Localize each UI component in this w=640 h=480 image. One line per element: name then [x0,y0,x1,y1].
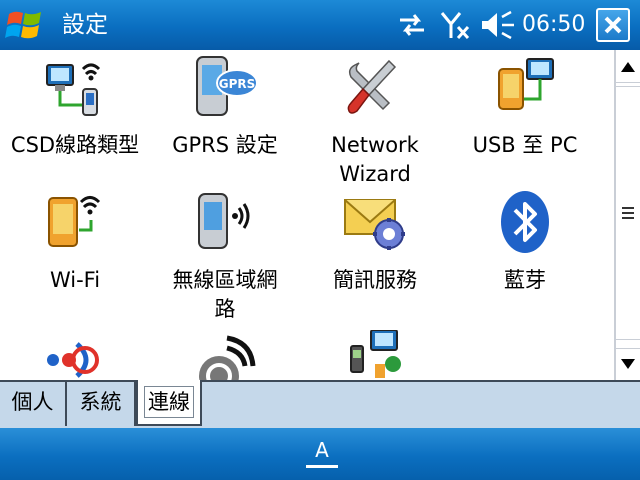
keyboard-input-icon: A [315,438,329,462]
keyboard-input-button[interactable]: A [302,436,342,472]
item-label: CSD線路類型 [10,133,140,157]
tab-bar: 個人 系統 連線 [0,380,640,428]
sync-arrows-icon[interactable] [396,10,428,40]
item-label: USB 至 PC [472,133,578,157]
tab-label: 系統 [79,390,122,414]
clock[interactable]: 06:50 [522,11,585,39]
volume-icon[interactable] [480,10,514,40]
wifi-icon [43,190,107,254]
tab-label: 個人 [11,390,54,414]
item-gprs-settings[interactable]: GPRS GPRS 設定 [150,55,300,175]
sip-underline [306,465,338,468]
page-title: 設定 [62,12,108,38]
item-connections[interactable] [300,329,450,380]
item-label: 藍芽 [504,268,546,292]
tab-system[interactable]: 系統 [67,380,136,426]
item-label: Wi-Fi [49,268,101,292]
no-signal-icon[interactable] [440,10,472,40]
svg-text:GPRS: GPRS [219,77,256,91]
windows-flag-icon[interactable] [5,6,45,44]
item-beam[interactable] [0,330,150,380]
usb-to-pc-icon [493,55,557,119]
scroll-down-icon [621,359,635,369]
item-label: GPRS 設定 [172,133,278,157]
tab-connections[interactable]: 連線 [136,380,202,426]
item-csd-line-type[interactable]: CSD線路類型 [0,55,150,175]
item-sms-service[interactable]: 簡訊服務 [300,190,450,310]
csd-line-icon [43,55,107,119]
grip-icon [622,207,634,222]
item-label: 簡訊服務 [333,268,417,292]
connections-icon [343,329,407,380]
scroll-up-button[interactable] [616,52,640,83]
wireless-lan-icon [193,190,257,254]
network-wizard-tools-icon [343,55,407,119]
close-button[interactable] [596,8,630,42]
item-wifi[interactable]: Wi-Fi [0,190,150,310]
settings-icon-grid: CSD線路類型 GPRS GPRS 設定 Network Wizard USB … [0,50,614,380]
vertical-scrollbar[interactable] [614,50,640,380]
scroll-up-icon [621,62,635,72]
item-network-wizard[interactable]: Network Wizard [300,55,450,195]
tab-personal[interactable]: 個人 [0,380,67,426]
scroll-down-button[interactable] [616,348,640,379]
close-icon [604,16,622,34]
item-label: 無線區域網 路 [172,268,278,321]
bluetooth-icon [493,190,557,254]
gprs-icon: GPRS [193,55,258,119]
item-wireless-sync[interactable] [150,330,300,380]
softkey-bar: A [0,428,640,480]
item-usb-to-pc[interactable]: USB 至 PC [450,55,600,175]
title-bar: 設定 06:50 [0,0,640,50]
wireless-sync-icon [193,330,257,380]
tab-label: 連線 [144,386,194,418]
item-wireless-lan[interactable]: 無線區域網 路 [150,190,300,330]
scroll-thumb[interactable] [616,86,640,340]
item-bluetooth[interactable]: 藍芽 [450,190,600,310]
beam-icon [43,330,107,380]
item-label: Network Wizard [331,133,419,186]
sms-service-icon [343,190,407,254]
